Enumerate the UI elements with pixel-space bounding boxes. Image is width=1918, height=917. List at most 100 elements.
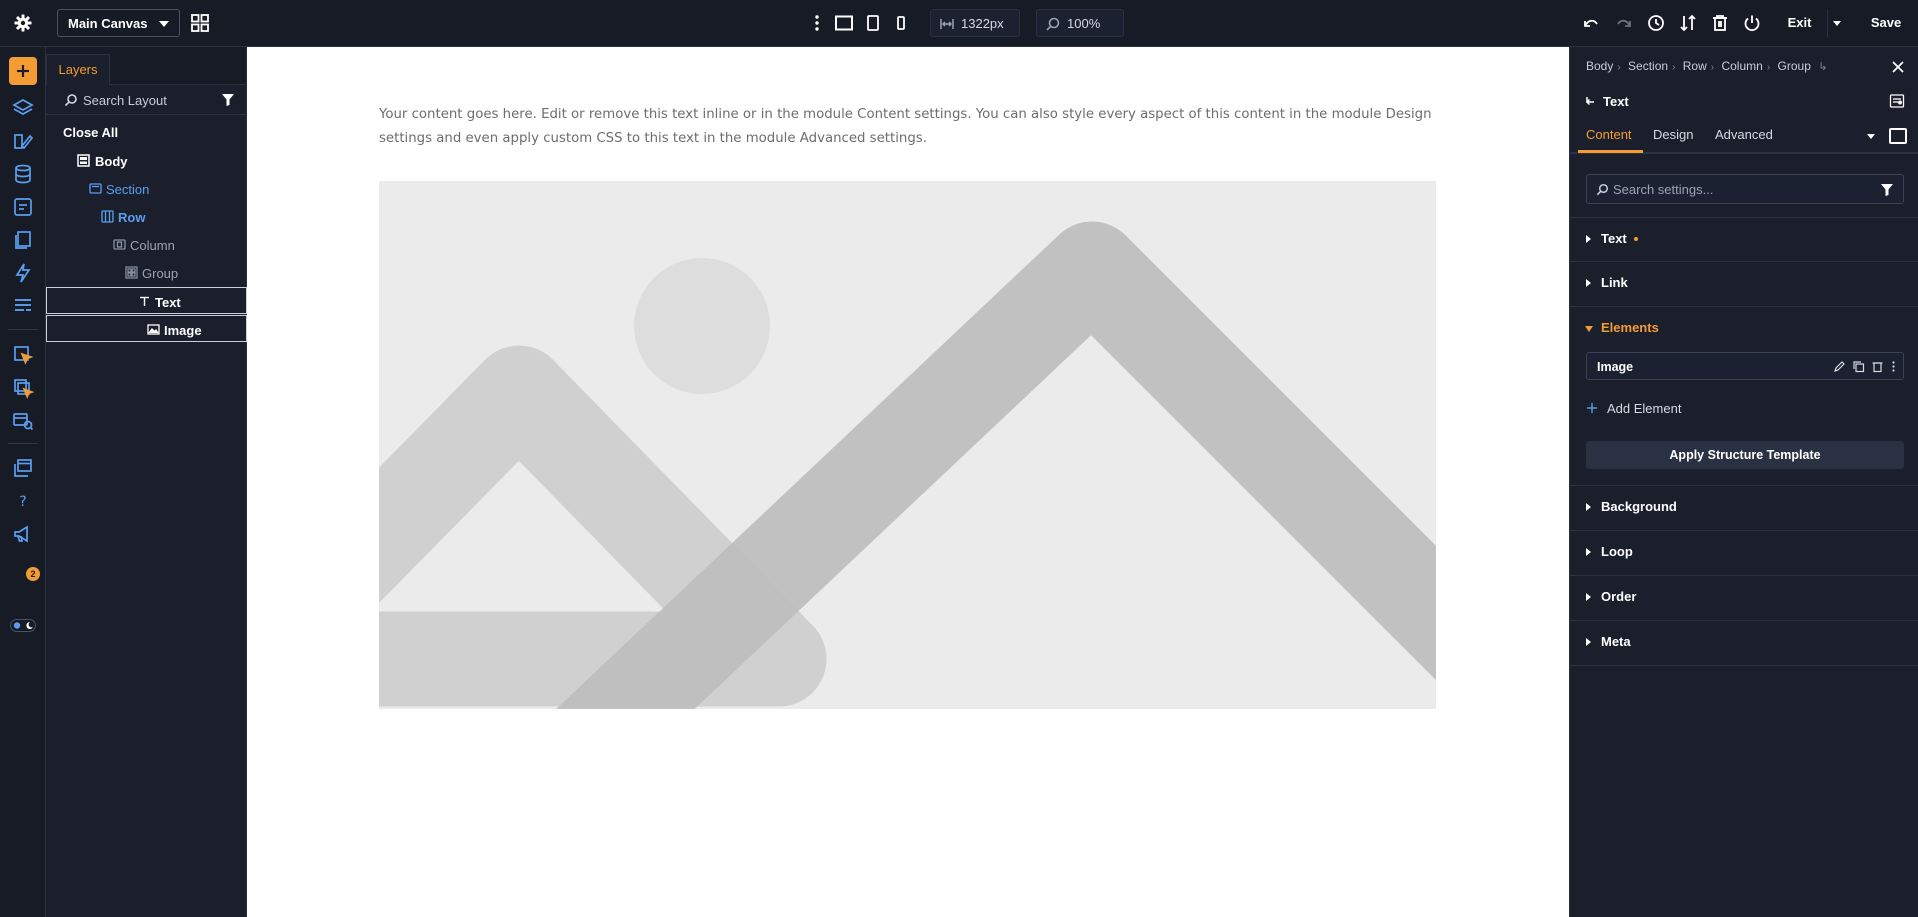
layer-label: Section <box>106 182 150 197</box>
section-elements[interactable]: Elements <box>1570 306 1918 350</box>
caret-down-icon <box>1585 326 1593 332</box>
portability-icon[interactable] <box>12 196 34 218</box>
layer-section[interactable]: Section <box>46 175 247 202</box>
layer-row[interactable]: Row <box>46 203 247 230</box>
tablet-view-icon[interactable] <box>863 13 883 33</box>
layers-search-label: Search Layout <box>83 93 167 108</box>
text-module-content[interactable]: Your content goes here. Edit or remove t… <box>379 103 1439 151</box>
caret-right-icon <box>1586 548 1591 556</box>
section-label: Text <box>1601 231 1627 246</box>
layer-image[interactable]: Image <box>46 315 247 342</box>
kebab-menu-icon[interactable] <box>807 13 827 33</box>
svg-text:?: ? <box>19 494 26 510</box>
history-icon[interactable] <box>1646 13 1666 33</box>
database-icon[interactable] <box>12 163 34 185</box>
theme-toggle[interactable] <box>10 619 36 632</box>
layers-search[interactable]: Search Layout <box>46 85 246 115</box>
pages-icon[interactable] <box>12 229 34 251</box>
breadcrumb-item[interactable]: Section <box>1628 59 1668 73</box>
section-label: Elements <box>1601 320 1659 335</box>
column-icon <box>113 238 126 251</box>
grid-icon[interactable] <box>190 13 210 33</box>
breadcrumb-item[interactable]: Column <box>1721 59 1762 73</box>
phone-view-icon[interactable] <box>891 13 911 33</box>
list-icon[interactable] <box>12 295 34 317</box>
section-text[interactable]: Text <box>1570 217 1918 261</box>
gear-icon[interactable] <box>12 12 34 34</box>
help-icon[interactable]: ? <box>12 490 34 512</box>
sort-icon[interactable] <box>1678 13 1698 33</box>
preset-icon[interactable] <box>1889 93 1905 109</box>
close-icon[interactable] <box>1890 59 1906 75</box>
megaphone-icon[interactable] <box>12 523 34 545</box>
layer-label: Group <box>142 266 179 281</box>
settings-search-input[interactable] <box>1613 180 1863 198</box>
layer-label: Row <box>118 210 146 225</box>
trash-icon[interactable] <box>1710 13 1730 33</box>
section-order[interactable]: Order <box>1570 575 1918 619</box>
edit-icon[interactable] <box>1833 360 1846 373</box>
element-item[interactable]: Image <box>1586 352 1904 380</box>
undo-icon[interactable] <box>1581 13 1601 33</box>
section-label: Link <box>1601 275 1628 290</box>
breadcrumb-child-icon: ↳ <box>1818 61 1828 73</box>
section-loop[interactable]: Loop <box>1570 530 1918 574</box>
save-button[interactable]: Save <box>1861 9 1911 37</box>
apply-structure-template-button[interactable]: Apply Structure Template <box>1586 441 1904 469</box>
desktop-view-icon[interactable] <box>834 13 854 33</box>
zoom-icon <box>1045 16 1061 32</box>
close-all-button[interactable]: Close All <box>63 125 118 140</box>
caret-right-icon <box>1586 235 1591 243</box>
caret-right-icon <box>1586 503 1591 511</box>
module-title-row: Text <box>1570 87 1918 117</box>
tabs-dropdown-icon[interactable] <box>1867 134 1875 139</box>
breadcrumb-item[interactable]: Group <box>1778 59 1811 73</box>
divider <box>1570 153 1918 154</box>
layer-text[interactable]: Text <box>46 287 247 314</box>
canvas-select[interactable]: Main Canvas <box>57 9 180 37</box>
exit-dropdown-icon[interactable] <box>1824 9 1852 37</box>
breadcrumb-item[interactable]: Body <box>1586 59 1613 73</box>
settings-search-icon[interactable] <box>12 410 34 432</box>
exit-button[interactable]: Exit <box>1772 9 1828 37</box>
expand-panel-icon[interactable] <box>1889 128 1907 144</box>
back-arrow-icon[interactable] <box>1584 95 1596 107</box>
width-icon <box>939 16 955 32</box>
more-vertical-icon[interactable] <box>1887 360 1900 373</box>
design-icon[interactable] <box>12 130 34 152</box>
filter-icon[interactable] <box>222 94 234 106</box>
module-title: Text <box>1603 94 1629 109</box>
image-placeholder[interactable] <box>379 181 1436 709</box>
layer-body[interactable]: Body <box>46 147 247 174</box>
windows-icon[interactable] <box>12 457 34 479</box>
zoom-field[interactable]: 100% <box>1036 9 1124 37</box>
layer-group[interactable]: Group <box>46 259 247 286</box>
tab-advanced[interactable]: Advanced <box>1715 127 1773 142</box>
breadcrumb-separator: › <box>1672 62 1676 73</box>
layers-icon[interactable] <box>12 97 34 119</box>
trash-icon[interactable] <box>1871 360 1884 373</box>
section-meta[interactable]: Meta <box>1570 620 1918 664</box>
cursor-click-icon[interactable] <box>12 344 34 366</box>
canvas-width-field[interactable]: 1322px <box>930 9 1020 37</box>
multi-select-icon[interactable] <box>12 377 34 399</box>
tab-design[interactable]: Design <box>1653 127 1693 142</box>
duplicate-icon[interactable] <box>1852 360 1865 373</box>
layer-label: Image <box>164 323 202 338</box>
section-background[interactable]: Background <box>1570 485 1918 529</box>
caret-right-icon <box>1586 593 1591 601</box>
power-icon[interactable] <box>1742 13 1762 33</box>
filter-icon[interactable] <box>1881 184 1893 196</box>
plus-icon <box>1586 402 1598 414</box>
redo-icon[interactable] <box>1614 13 1634 33</box>
breadcrumb-separator: › <box>1766 62 1771 73</box>
lightning-icon[interactable] <box>12 262 34 284</box>
add-module-button[interactable] <box>9 57 37 85</box>
layer-column[interactable]: Column <box>46 231 247 258</box>
builder-canvas[interactable]: Your content goes here. Edit or remove t… <box>247 47 1569 917</box>
tab-content[interactable]: Content <box>1586 127 1632 142</box>
section-link[interactable]: Link <box>1570 261 1918 305</box>
tab-layers[interactable]: Layers <box>46 54 110 85</box>
divider <box>1570 665 1918 666</box>
breadcrumb-item[interactable]: Row <box>1683 59 1707 73</box>
